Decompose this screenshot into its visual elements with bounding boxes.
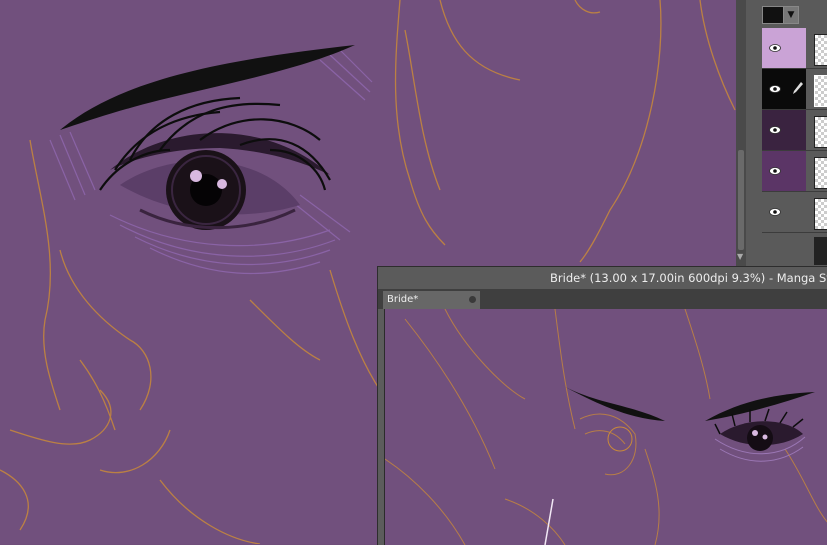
eye-icon[interactable] (762, 151, 788, 191)
main-color-swatch[interactable] (762, 6, 784, 24)
document-window[interactable]: Bride* (13.00 x 17.00in 600dpi 9.3%) - M… (377, 266, 827, 545)
eye-icon[interactable] (762, 110, 788, 150)
layer-row-3[interactable] (762, 110, 827, 151)
layer-thumbnail (814, 198, 827, 230)
tab-bar: Bride* (378, 289, 827, 309)
layer-color-swatch (788, 192, 806, 232)
chevron-down-icon[interactable]: ▼ (784, 6, 799, 24)
main-color-selector[interactable]: ▼ (762, 5, 802, 25)
tab-bride[interactable]: Bride* (383, 291, 480, 309)
pen-icon (793, 82, 803, 94)
window-title: Bride* (13.00 x 17.00in 600dpi 9.3%) - M… (550, 271, 827, 285)
eyebrow (60, 45, 355, 130)
scroll-down-icon[interactable]: ▼ (737, 252, 743, 261)
eye-icon[interactable] (762, 28, 788, 68)
layer-thumbnail (814, 75, 827, 107)
layer-panel-scrollbar[interactable]: ▼ (736, 0, 746, 266)
layer-color-swatch (788, 28, 806, 68)
layer-color-swatch (788, 110, 806, 150)
layer-color-swatch (788, 151, 806, 191)
layer-thumbnail (814, 34, 827, 66)
scroll-thumb[interactable] (738, 150, 744, 250)
tab-label: Bride* (387, 294, 419, 305)
eye-icon[interactable] (762, 69, 788, 109)
eye-icon[interactable] (762, 192, 788, 232)
layer-thumbnail (814, 157, 827, 189)
layer-row-2[interactable] (762, 69, 827, 110)
layer-thumbnail (814, 237, 827, 265)
layer-row-5[interactable] (762, 192, 827, 233)
face-artwork-preview (385, 309, 827, 545)
layer-thumbnail (814, 116, 827, 148)
layer-row-1[interactable] (762, 28, 827, 69)
close-icon[interactable] (469, 296, 476, 303)
highlight (190, 170, 202, 182)
layer-row-6[interactable] (762, 233, 827, 266)
document-canvas[interactable] (384, 309, 827, 545)
layer-row-4[interactable] (762, 151, 827, 192)
window-titlebar[interactable]: Bride* (13.00 x 17.00in 600dpi 9.3%) - M… (378, 267, 827, 289)
